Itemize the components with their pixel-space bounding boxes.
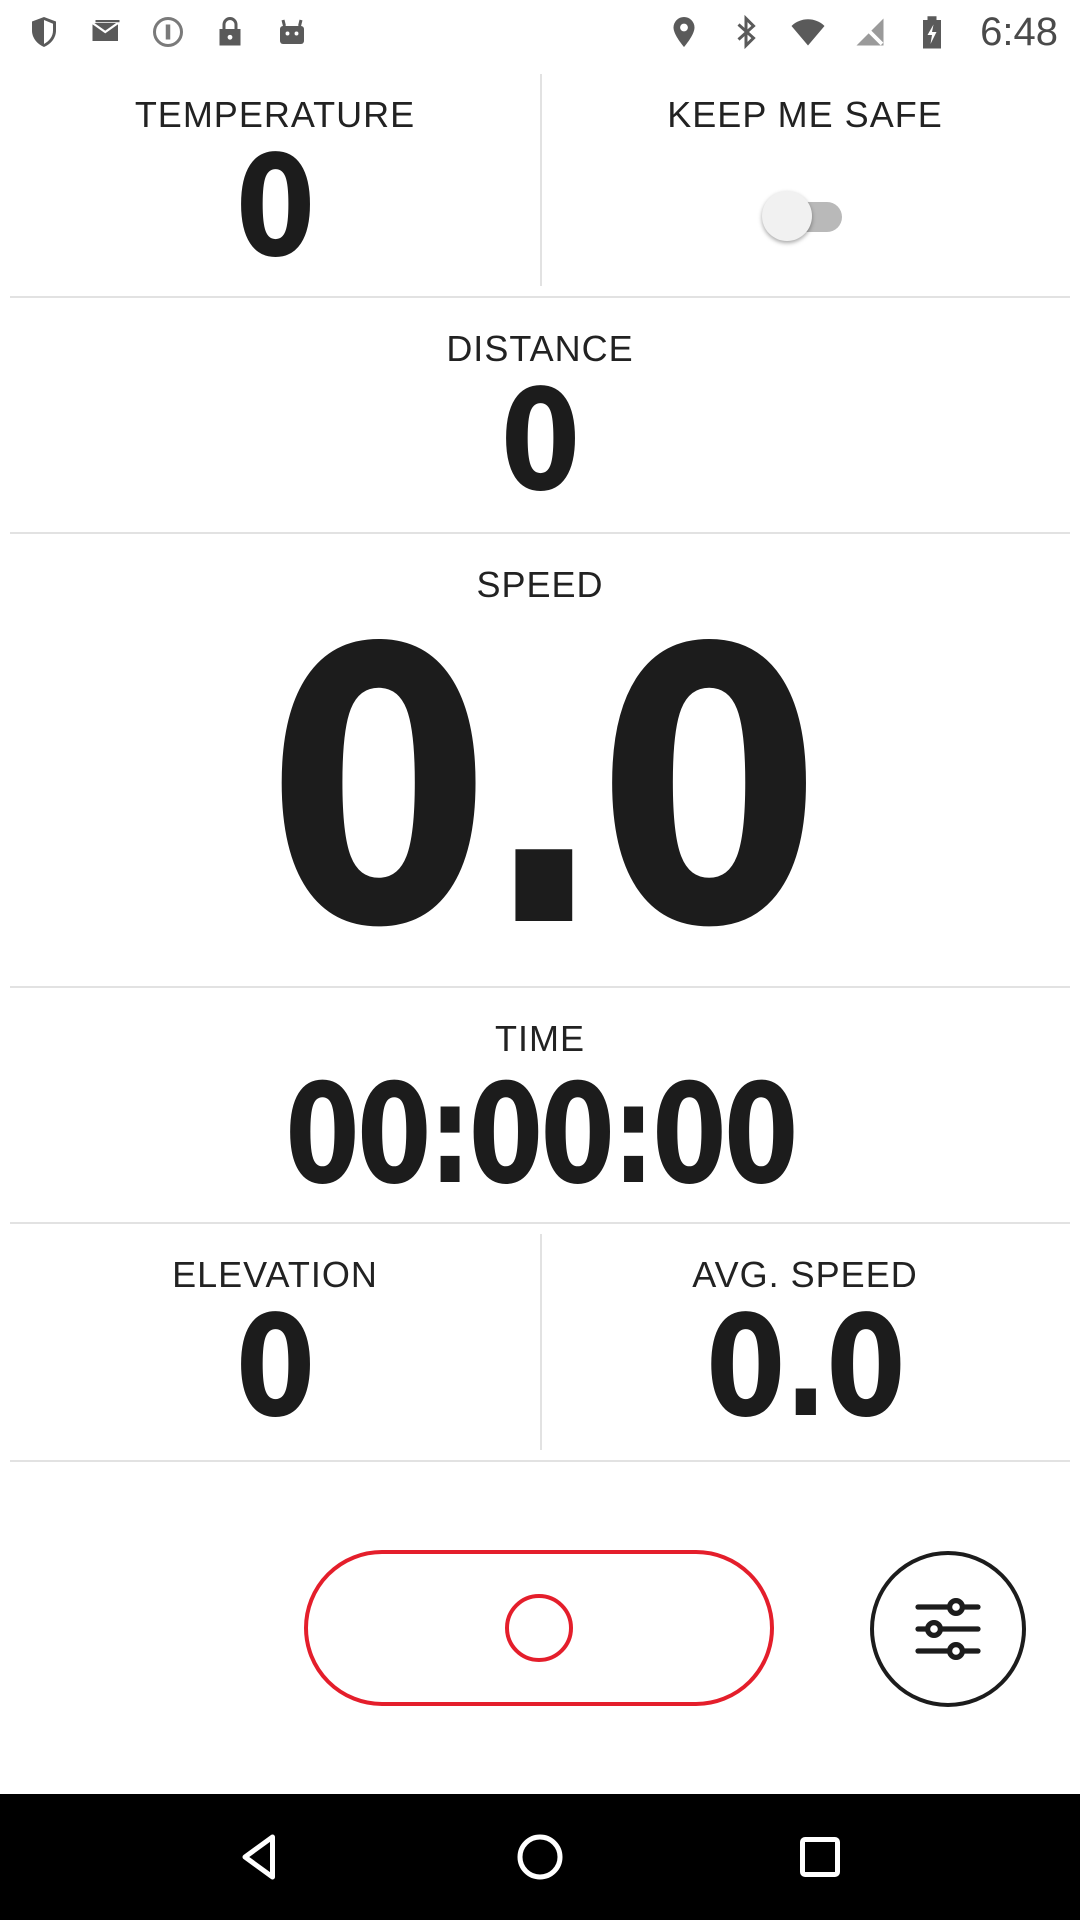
back-icon xyxy=(242,1834,275,1880)
record-icon xyxy=(505,1594,573,1662)
bluetooth-icon xyxy=(728,14,764,50)
recents-icon xyxy=(800,1837,840,1877)
stats-row-distance: DISTANCE 0 xyxy=(10,298,1070,534)
temperature-cell: TEMPERATURE 0 xyxy=(10,64,540,296)
home-button[interactable] xyxy=(505,1822,575,1892)
speed-cell: SPEED 0.0 xyxy=(10,534,1070,980)
keep-me-safe-label: KEEP ME SAFE xyxy=(667,94,943,135)
stats-row-time: TIME 00:00:00 xyxy=(10,988,1070,1224)
stats-row-bottom: ELEVATION 0 AVG. SPEED 0.0 xyxy=(10,1224,1070,1462)
status-bar-right: 6:48 xyxy=(666,10,1058,55)
elevation-cell: ELEVATION 0 xyxy=(10,1224,540,1460)
distance-value: 0 xyxy=(500,360,581,523)
battery-icon xyxy=(914,14,950,50)
temperature-value: 0 xyxy=(235,126,316,289)
status-bar: 6:48 xyxy=(0,0,1080,64)
info-icon xyxy=(150,14,186,50)
lock-icon xyxy=(212,14,248,50)
settings-button[interactable] xyxy=(870,1551,1026,1707)
wifi-icon xyxy=(790,14,826,50)
elevation-value: 0 xyxy=(235,1286,316,1449)
distance-cell: DISTANCE 0 xyxy=(10,298,1070,512)
keep-me-safe-toggle[interactable] xyxy=(762,188,848,241)
speed-value: 0.0 xyxy=(266,568,822,1011)
toggle-thumb xyxy=(762,191,812,241)
home-icon xyxy=(517,1834,563,1880)
android-icon xyxy=(274,14,310,50)
mail-icon xyxy=(88,14,124,50)
shield-icon xyxy=(26,14,62,50)
record-button[interactable] xyxy=(304,1550,774,1706)
sliders-icon xyxy=(915,1598,981,1660)
time-cell: TIME 00:00:00 xyxy=(10,988,1070,1204)
system-nav-bar xyxy=(0,1794,1080,1920)
keep-me-safe-cell: KEEP ME SAFE xyxy=(540,64,1070,296)
location-icon xyxy=(666,14,702,50)
avg-speed-value: 0.0 xyxy=(705,1286,906,1449)
back-button[interactable] xyxy=(225,1822,295,1892)
clock: 6:48 xyxy=(980,9,1058,54)
stats-row-speed: SPEED 0.0 xyxy=(10,534,1070,988)
status-bar-left xyxy=(26,14,310,50)
no-signal-icon xyxy=(852,14,888,50)
recents-button[interactable] xyxy=(785,1822,855,1892)
stats-panel: TEMPERATURE 0 KEEP ME SAFE DISTANCE 0 SP… xyxy=(0,64,1080,1462)
stats-row-top: TEMPERATURE 0 KEEP ME SAFE xyxy=(10,64,1070,298)
time-value: 00:00:00 xyxy=(284,1054,799,1215)
avg-speed-cell: AVG. SPEED 0.0 xyxy=(540,1224,1070,1460)
